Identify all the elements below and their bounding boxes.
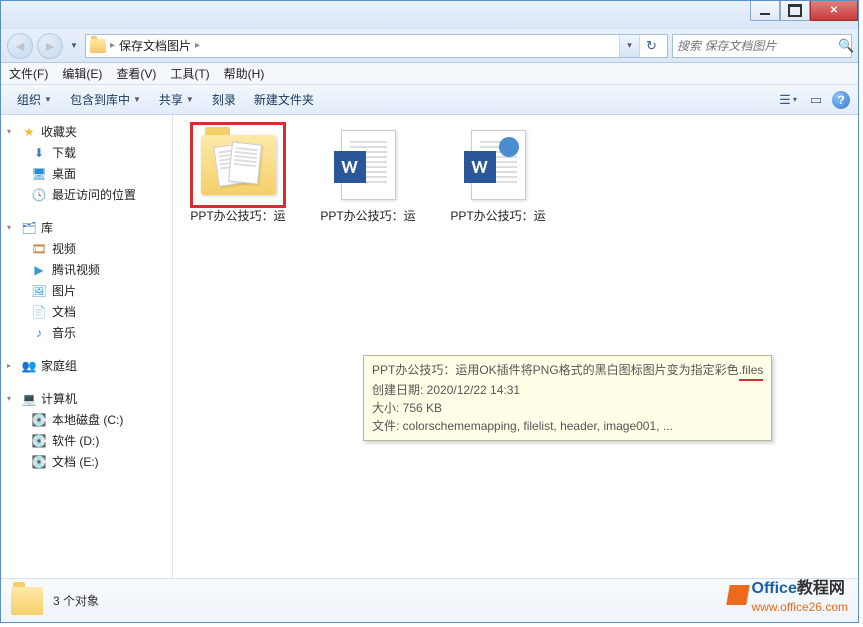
help-icon[interactable]: ? (832, 91, 850, 109)
word-doc-thumbnail: W (323, 125, 413, 205)
word-html-thumbnail: W (453, 125, 543, 205)
file-label: PPT办公技巧：运 (183, 209, 293, 225)
chevron-down-icon: ▼ (186, 95, 194, 104)
search-icon[interactable]: 🔍 (838, 38, 854, 54)
expand-icon: ▸ (7, 361, 17, 370)
sidebar-item-disk-e[interactable]: 💽文档 (E:) (3, 451, 170, 472)
sidebar-item-disk-c[interactable]: 💽本地磁盘 (C:) (3, 409, 170, 430)
sidebar-item-desktop[interactable]: 🖥桌面 (3, 163, 170, 184)
sidebar-libraries[interactable]: ▾ 🗂库 (3, 217, 170, 238)
history-dropdown[interactable]: ▼ (67, 33, 81, 59)
navigation-pane: ▾ ★收藏夹 ⬇下载 🖥桌面 🕓最近访问的位置 ▾ 🗂库 🎞视频 ▶腾讯视频 🖼图片… (1, 115, 173, 578)
sidebar-label: 收藏夹 (41, 123, 77, 140)
file-item-word-html[interactable]: W PPT办公技巧：运 (443, 125, 553, 225)
search-box[interactable]: 🔍 (672, 34, 852, 58)
maximize-button[interactable] (780, 1, 810, 21)
watermark: Office教程网www.office26.com (728, 574, 849, 616)
sidebar-label: 库 (41, 219, 53, 236)
share-button[interactable]: 共享▼ (151, 88, 202, 111)
office-logo-icon (726, 585, 750, 605)
music-icon: ♪ (31, 325, 47, 341)
menu-tools[interactable]: 工具(T) (170, 65, 209, 82)
file-item-word[interactable]: W PPT办公技巧：运 (313, 125, 423, 225)
status-item-count: 3 个对象 (53, 592, 99, 609)
sidebar-item-videos[interactable]: 🎞视频 (3, 238, 170, 259)
collapse-icon: ▾ (7, 127, 17, 136)
sidebar-item-pictures[interactable]: 🖼图片 (3, 280, 170, 301)
disk-icon: 💽 (31, 454, 47, 470)
file-item-folder[interactable]: PPT办公技巧：运 (183, 125, 293, 225)
breadcrumb-sep-icon: ▸ (195, 40, 200, 51)
sidebar-favorites[interactable]: ▾ ★收藏夹 (3, 121, 170, 142)
video-icon: 🎞 (31, 241, 47, 257)
explorer-window: ◄ ► ▼ ▸ 保存文档图片 ▸ ▾ ↻ 🔍 文件(F) 编辑(E) 查看(V)… (0, 0, 859, 623)
sidebar-item-music[interactable]: ♪音乐 (3, 322, 170, 343)
folder-icon (11, 587, 43, 615)
sidebar-homegroup[interactable]: ▸ 👥家庭组 (3, 355, 170, 376)
menu-help[interactable]: 帮助(H) (224, 65, 265, 82)
view-options-button[interactable]: ☰ (776, 89, 800, 111)
file-list-pane[interactable]: PPT办公技巧：运 W PPT办公技巧：运 W PPT办公技巧：运 PPT办公技… (173, 115, 858, 578)
menu-edit[interactable]: 编辑(E) (62, 65, 102, 82)
folder-thumbnail (193, 125, 283, 205)
tooltip-highlight: .files (739, 361, 764, 381)
collapse-icon: ▾ (7, 223, 17, 232)
content-area: ▾ ★收藏夹 ⬇下载 🖥桌面 🕓最近访问的位置 ▾ 🗂库 🎞视频 ▶腾讯视频 🖼图片… (1, 115, 858, 578)
file-label: PPT办公技巧：运 (313, 209, 423, 225)
burn-button[interactable]: 刻录 (204, 88, 244, 111)
include-library-button[interactable]: 包含到库中▼ (62, 88, 149, 111)
menu-bar: 文件(F) 编辑(E) 查看(V) 工具(T) 帮助(H) (1, 63, 858, 85)
homegroup-icon: 👥 (21, 358, 37, 374)
collapse-icon: ▾ (7, 394, 17, 403)
disk-icon: 💽 (31, 433, 47, 449)
toolbar: 组织▼ 包含到库中▼ 共享▼ 刻录 新建文件夹 ☰ ▭ ? (1, 85, 858, 115)
sidebar-label: 家庭组 (41, 357, 77, 374)
address-bar[interactable]: ▸ 保存文档图片 ▸ ▾ ↻ (85, 34, 668, 58)
address-dropdown[interactable]: ▾ (619, 35, 639, 57)
disk-icon: 💽 (31, 412, 47, 428)
documents-icon: 📄 (31, 304, 47, 320)
forward-button[interactable]: ► (37, 33, 63, 59)
pictures-icon: 🖼 (31, 283, 47, 299)
sidebar-item-tencent-video[interactable]: ▶腾讯视频 (3, 259, 170, 280)
breadcrumb-segment[interactable]: 保存文档图片 (119, 37, 191, 54)
menu-file[interactable]: 文件(F) (9, 65, 48, 82)
back-button[interactable]: ◄ (7, 33, 33, 59)
chevron-down-icon: ▼ (44, 95, 52, 104)
close-button[interactable] (810, 1, 858, 21)
star-icon: ★ (21, 124, 37, 140)
tencent-video-icon: ▶ (31, 262, 47, 278)
folder-icon (90, 39, 106, 53)
sidebar-item-downloads[interactable]: ⬇下载 (3, 142, 170, 163)
tooltip: PPT办公技巧：运用OK插件将PNG格式的黑白图标图片变为指定彩色.files … (363, 355, 772, 441)
organize-button[interactable]: 组织▼ (9, 88, 60, 111)
sidebar-item-recent[interactable]: 🕓最近访问的位置 (3, 184, 170, 205)
recent-icon: 🕓 (31, 187, 47, 203)
computer-icon: 💻 (21, 391, 37, 407)
titlebar (1, 1, 858, 29)
search-input[interactable] (677, 39, 834, 53)
sidebar-computer[interactable]: ▾ 💻计算机 (3, 388, 170, 409)
breadcrumb-sep-icon: ▸ (110, 40, 115, 51)
sidebar-item-disk-d[interactable]: 💽软件 (D:) (3, 430, 170, 451)
minimize-button[interactable] (750, 1, 780, 21)
sidebar-item-documents[interactable]: 📄文档 (3, 301, 170, 322)
new-folder-button[interactable]: 新建文件夹 (246, 88, 322, 111)
window-controls (750, 1, 858, 21)
menu-view[interactable]: 查看(V) (116, 65, 156, 82)
library-icon: 🗂 (21, 220, 37, 236)
chevron-down-icon: ▼ (133, 95, 141, 104)
file-label: PPT办公技巧：运 (443, 209, 553, 225)
refresh-button[interactable]: ↻ (639, 35, 663, 57)
sidebar-label: 计算机 (41, 390, 77, 407)
desktop-icon: 🖥 (31, 166, 47, 182)
download-icon: ⬇ (31, 145, 47, 161)
preview-pane-button[interactable]: ▭ (804, 89, 828, 111)
nav-bar: ◄ ► ▼ ▸ 保存文档图片 ▸ ▾ ↻ 🔍 (1, 29, 858, 63)
